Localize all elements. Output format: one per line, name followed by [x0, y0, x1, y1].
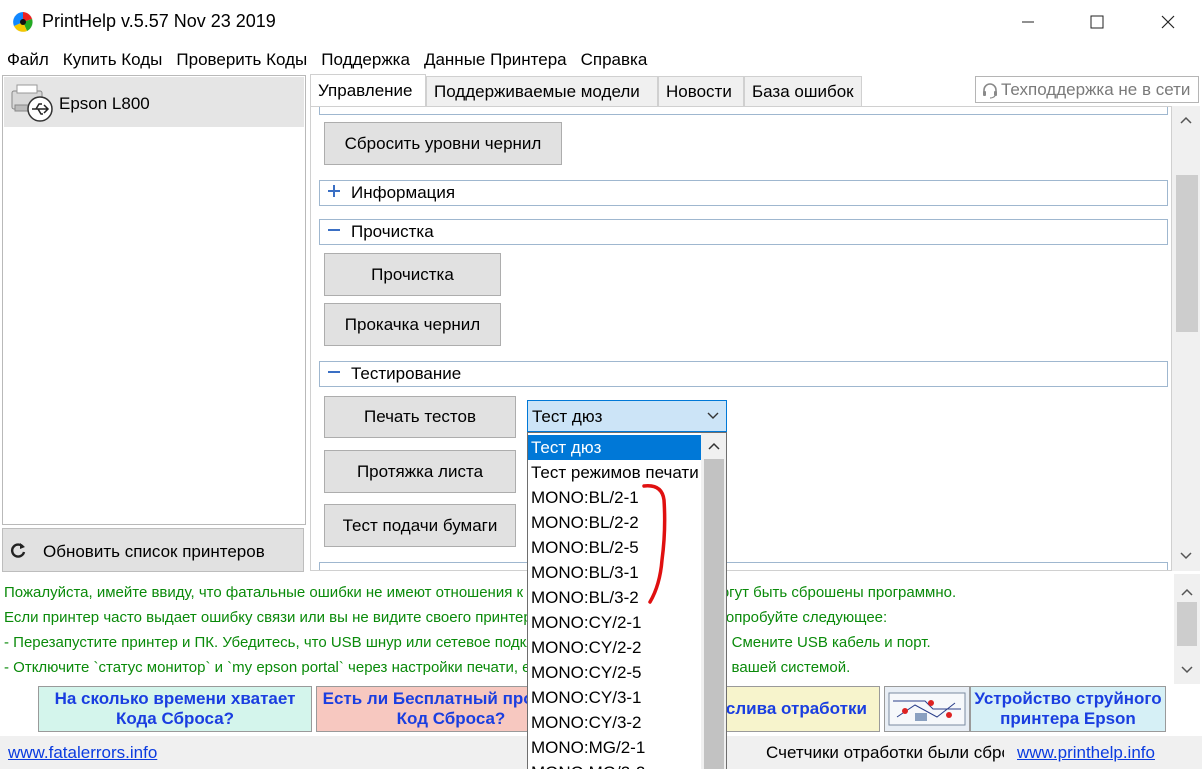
plus-icon [328, 185, 340, 197]
group-cleaning[interactable]: Прочистка [319, 219, 1168, 245]
info-line: - Перезапустите принтер и ПК. Убедитесь,… [4, 634, 931, 651]
dropdown-option[interactable]: MONO:CY/3-1 [528, 685, 701, 710]
info-scrollbar-thumb[interactable] [1177, 602, 1197, 646]
print-tests-button[interactable]: Печать тестов [324, 396, 516, 438]
dropdown-option[interactable]: MONO:MG/2-1 [528, 735, 701, 760]
dropdown-option[interactable]: Тест дюз [528, 435, 701, 460]
group-info-title: Информация [351, 183, 456, 202]
printer-list-item[interactable]: Epson L800 [4, 77, 304, 127]
scroll-up-icon[interactable] [1181, 588, 1193, 596]
refresh-printers-button[interactable]: Обновить список принтеров [2, 528, 304, 572]
tab-control[interactable]: Управление [310, 74, 426, 106]
printer-name: Epson L800 [59, 94, 150, 113]
minimize-icon [1022, 21, 1034, 23]
minus-icon [328, 229, 340, 231]
info-line: Пожалуйста, имейте ввиду, что фатальные … [4, 584, 957, 601]
dropdown-option[interactable]: MONO:CY/2-5 [528, 660, 701, 685]
reset-ink-button[interactable]: Сбросить уровни чернил [324, 122, 562, 165]
group-header-ink [319, 107, 1168, 115]
scroll-down-icon[interactable] [1181, 666, 1193, 674]
usb-printer-icon [11, 84, 53, 122]
dropdown-option[interactable]: MONO:CY/2-2 [528, 635, 701, 660]
red-bracket-annotation [642, 484, 667, 604]
group-info[interactable]: Информация [319, 180, 1168, 206]
paper-feed-button[interactable]: Протяжка листа [324, 450, 516, 493]
fatalerrors-link[interactable]: www.fatalerrors.info [8, 743, 157, 763]
menu-buy-codes[interactable]: Купить Коды [56, 46, 170, 74]
printer-diagram-image[interactable] [884, 686, 970, 732]
group-testing[interactable]: Тестирование [319, 361, 1168, 387]
maximize-button[interactable] [1074, 0, 1120, 44]
headset-icon [983, 83, 997, 99]
tab-supported-models[interactable]: Поддерживаемые модели [426, 76, 658, 106]
dropdown-option[interactable]: MONO:CY/3-2 [528, 710, 701, 735]
menu-check-codes[interactable]: Проверить Коды [169, 46, 314, 74]
printhelp-link[interactable]: www.printhelp.info [1017, 743, 1155, 763]
test-type-dropdown[interactable]: Тест дюз Тест режимов печати MONO:BL/2-1… [527, 432, 727, 769]
test-type-select[interactable]: Тест дюз [527, 400, 727, 432]
info-scrollbar[interactable] [1174, 574, 1200, 684]
group-cleaning-title: Прочистка [351, 222, 434, 241]
maximize-icon [1090, 15, 1104, 29]
scroll-up-icon[interactable] [708, 442, 720, 450]
scroll-up-icon[interactable] [1180, 116, 1192, 124]
window-title: PrintHelp v.5.57 Nov 23 2019 [42, 11, 276, 31]
tab-error-base[interactable]: База ошибок [744, 76, 862, 106]
info-line: Если принтер часто выдает ошибку связи и… [4, 609, 888, 626]
control-panel: Сбросить уровни чернил Информация Прочис… [310, 106, 1172, 571]
test-type-select-value: Тест дюз [532, 407, 603, 426]
menu-printer-data[interactable]: Данные Принтера [417, 46, 574, 74]
chevron-down-icon [707, 412, 719, 419]
minus-icon [328, 371, 340, 373]
dropdown-scrollbar-thumb[interactable] [704, 459, 724, 769]
printer-schematic-icon [888, 692, 966, 726]
menu-bar: Файл Купить Коды Проверить Коды Поддержк… [0, 46, 654, 74]
ink-pump-button[interactable]: Прокачка чернил [324, 303, 501, 346]
content-scrollbar-thumb[interactable] [1176, 175, 1198, 332]
close-icon [1161, 15, 1175, 29]
support-status[interactable]: Техподдержка не в сети [975, 76, 1199, 103]
group-header-partial [319, 562, 1168, 570]
menu-help[interactable]: Справка [574, 46, 655, 74]
dropdown-option[interactable]: MONO:CY/2-1 [528, 610, 701, 635]
refresh-icon [11, 543, 26, 558]
group-testing-title: Тестирование [351, 364, 462, 383]
tab-news[interactable]: Новости [658, 76, 744, 106]
app-logo-icon [13, 12, 33, 32]
paper-feed-test-button[interactable]: Тест подачи бумаги [324, 504, 516, 547]
support-status-text: Техподдержка не в сети [1001, 80, 1191, 99]
dropdown-option[interactable]: MONO:MG/2-2 [528, 760, 701, 769]
cleaning-button[interactable]: Прочистка [324, 253, 501, 296]
menu-file[interactable]: Файл [0, 46, 56, 74]
title-bar: PrintHelp v.5.57 Nov 23 2019 [0, 0, 1202, 44]
close-button[interactable] [1145, 0, 1191, 44]
minimize-button[interactable] [1005, 0, 1051, 44]
menu-support[interactable]: Поддержка [314, 46, 417, 74]
refresh-printers-label: Обновить список принтеров [43, 542, 265, 561]
status-message: Счетчики отработки были сброшены [766, 743, 1004, 762]
banner-epson-device[interactable]: Устройство струйного принтера Epson [970, 686, 1166, 732]
printer-list[interactable]: Epson L800 [2, 75, 306, 525]
scroll-down-icon[interactable] [1180, 552, 1192, 560]
banner-code-duration[interactable]: На сколько времени хватает Кода Сброса? [38, 686, 312, 732]
